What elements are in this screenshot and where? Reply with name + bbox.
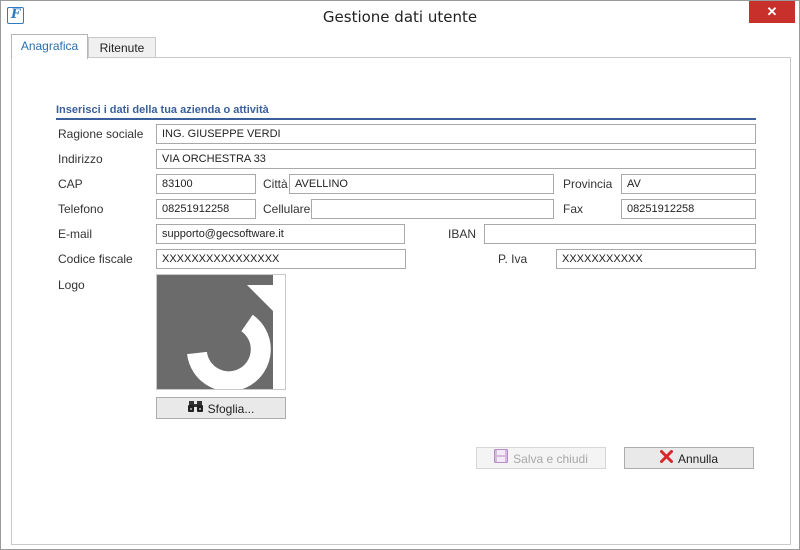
provincia-label: Provincia — [563, 177, 613, 191]
close-button[interactable]: ✕ — [749, 1, 795, 23]
codice-fiscale-label: Codice fiscale — [58, 252, 133, 266]
cellulare-field[interactable] — [311, 199, 554, 219]
codice-fiscale-field[interactable] — [156, 249, 406, 269]
company-logo-image — [157, 275, 273, 389]
cancel-button-label: Annulla — [677, 451, 719, 466]
ragione-sociale-label: Ragione sociale — [58, 127, 144, 141]
telefono-field[interactable] — [156, 199, 256, 219]
cap-label: CAP — [58, 177, 83, 191]
email-label: E-mail — [58, 227, 93, 241]
cellulare-label: Cellulare — [263, 202, 311, 216]
cap-field[interactable] — [156, 174, 256, 194]
cancel-button[interactable]: Annulla — [624, 447, 754, 469]
browse-button[interactable]: Sfoglia... — [156, 397, 286, 419]
window-title: Gestione dati utente — [322, 8, 478, 26]
dialog-window: F Gestione dati utente ✕ Anagrafica Rite… — [0, 0, 800, 550]
iban-field[interactable] — [484, 224, 756, 244]
piva-label: P. Iva — [498, 252, 528, 266]
close-icon: ✕ — [766, 4, 778, 19]
telefono-label: Telefono — [58, 202, 104, 216]
fax-label: Fax — [563, 202, 584, 216]
fax-field[interactable] — [621, 199, 756, 219]
section-title: Inserisci i dati della tua azienda o att… — [56, 104, 269, 116]
ragione-sociale-field[interactable] — [156, 124, 756, 144]
email-field[interactable] — [156, 224, 405, 244]
provincia-field[interactable] — [621, 174, 756, 194]
binoculars-icon — [187, 399, 203, 419]
section-divider — [56, 118, 756, 120]
logo-label: Logo — [58, 278, 85, 292]
logo-preview — [156, 274, 286, 390]
browse-button-label: Sfoglia... — [207, 401, 255, 416]
indirizzo-label: Indirizzo — [58, 152, 103, 166]
iban-label: IBAN — [448, 227, 477, 241]
tab-ritenute[interactable]: Ritenute — [88, 37, 156, 58]
red-x-icon — [659, 449, 673, 469]
tab-anagrafica[interactable]: Anagrafica — [11, 34, 88, 59]
floppy-disk-icon — [494, 448, 509, 469]
save-button-label: Salva e chiudi — [513, 451, 588, 466]
citta-label: Città — [263, 177, 288, 191]
indirizzo-field[interactable] — [156, 149, 756, 169]
title-bar[interactable]: F Gestione dati utente ✕ — [1, 1, 799, 33]
piva-field[interactable] — [556, 249, 756, 269]
save-and-close-button[interactable]: Salva e chiudi — [476, 447, 606, 469]
citta-field[interactable] — [289, 174, 554, 194]
